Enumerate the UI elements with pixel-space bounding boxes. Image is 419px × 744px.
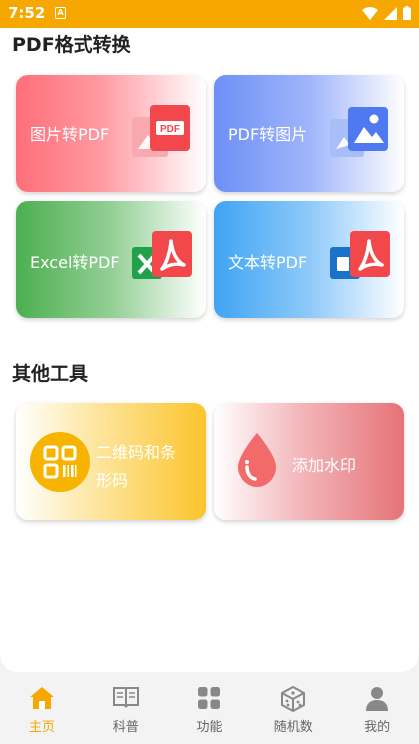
tile-label: Excel转PDF: [30, 253, 120, 272]
image-pdf-icon: PDF: [132, 105, 190, 157]
word-pdf-icon: [330, 231, 390, 279]
tile-label: 添加水印: [292, 456, 357, 475]
tile-qrcode-barcode[interactable]: 二维码和条 形码: [16, 403, 206, 520]
nav-item-random[interactable]: 随机数: [251, 674, 335, 744]
dice-icon: [281, 686, 306, 712]
tile-image-to-pdf[interactable]: 图片转PDF PDF: [16, 75, 206, 192]
tile-label: 图片转PDF: [30, 125, 110, 144]
section-title-tools: 其他工具: [12, 363, 89, 385]
user-icon: [366, 687, 389, 711]
nav-item-mine[interactable]: 我的: [335, 674, 419, 744]
nav-item-home[interactable]: 主页: [0, 674, 84, 744]
nav-item-science[interactable]: 科普: [84, 674, 168, 744]
tile-pdf-to-image[interactable]: PDF转图片: [214, 75, 404, 192]
tile-label-line2: 形码: [96, 471, 129, 490]
qrcode-icon: [30, 432, 90, 492]
tile-excel-to-pdf[interactable]: Excel转PDF: [16, 201, 206, 318]
grid-icon: [198, 687, 221, 709]
tile-add-watermark[interactable]: 添加水印: [214, 403, 404, 520]
battery-icon: [403, 6, 411, 20]
tile-label: 文本转PDF: [228, 253, 308, 272]
nav-label: 主页: [28, 720, 55, 735]
status-icons: [362, 6, 411, 20]
tile-label-line1: 二维码和条: [96, 443, 177, 462]
notification-a-icon: A: [55, 7, 66, 19]
main-content: PDF格式转换 图片转PDF PDF PDF转图片 Excel转PDF 文本转P…: [0, 28, 419, 672]
section-title-pdf: PDF格式转换: [12, 34, 131, 56]
wifi-icon: [362, 6, 378, 20]
tile-text-to-pdf[interactable]: 文本转PDF: [214, 201, 404, 318]
water-drop-icon: [238, 433, 276, 487]
bottom-nav: 主页 科普 功能 随机数 我的: [0, 674, 419, 744]
home-icon: [29, 687, 54, 709]
excel-pdf-icon: [132, 231, 192, 279]
pdf-badge-text: PDF: [160, 124, 180, 135]
signal-icon: [384, 6, 397, 20]
nav-label: 功能: [196, 720, 223, 735]
nav-label: 我的: [364, 720, 391, 735]
status-time: 7:52: [8, 4, 46, 22]
image-icon: [330, 107, 388, 157]
book-icon: [112, 687, 139, 708]
nav-item-functions[interactable]: 功能: [168, 674, 252, 744]
tile-label: PDF转图片: [228, 125, 308, 144]
status-bar: 7:52 A: [0, 0, 419, 28]
nav-label: 随机数: [273, 720, 313, 735]
nav-label: 科普: [112, 720, 139, 735]
